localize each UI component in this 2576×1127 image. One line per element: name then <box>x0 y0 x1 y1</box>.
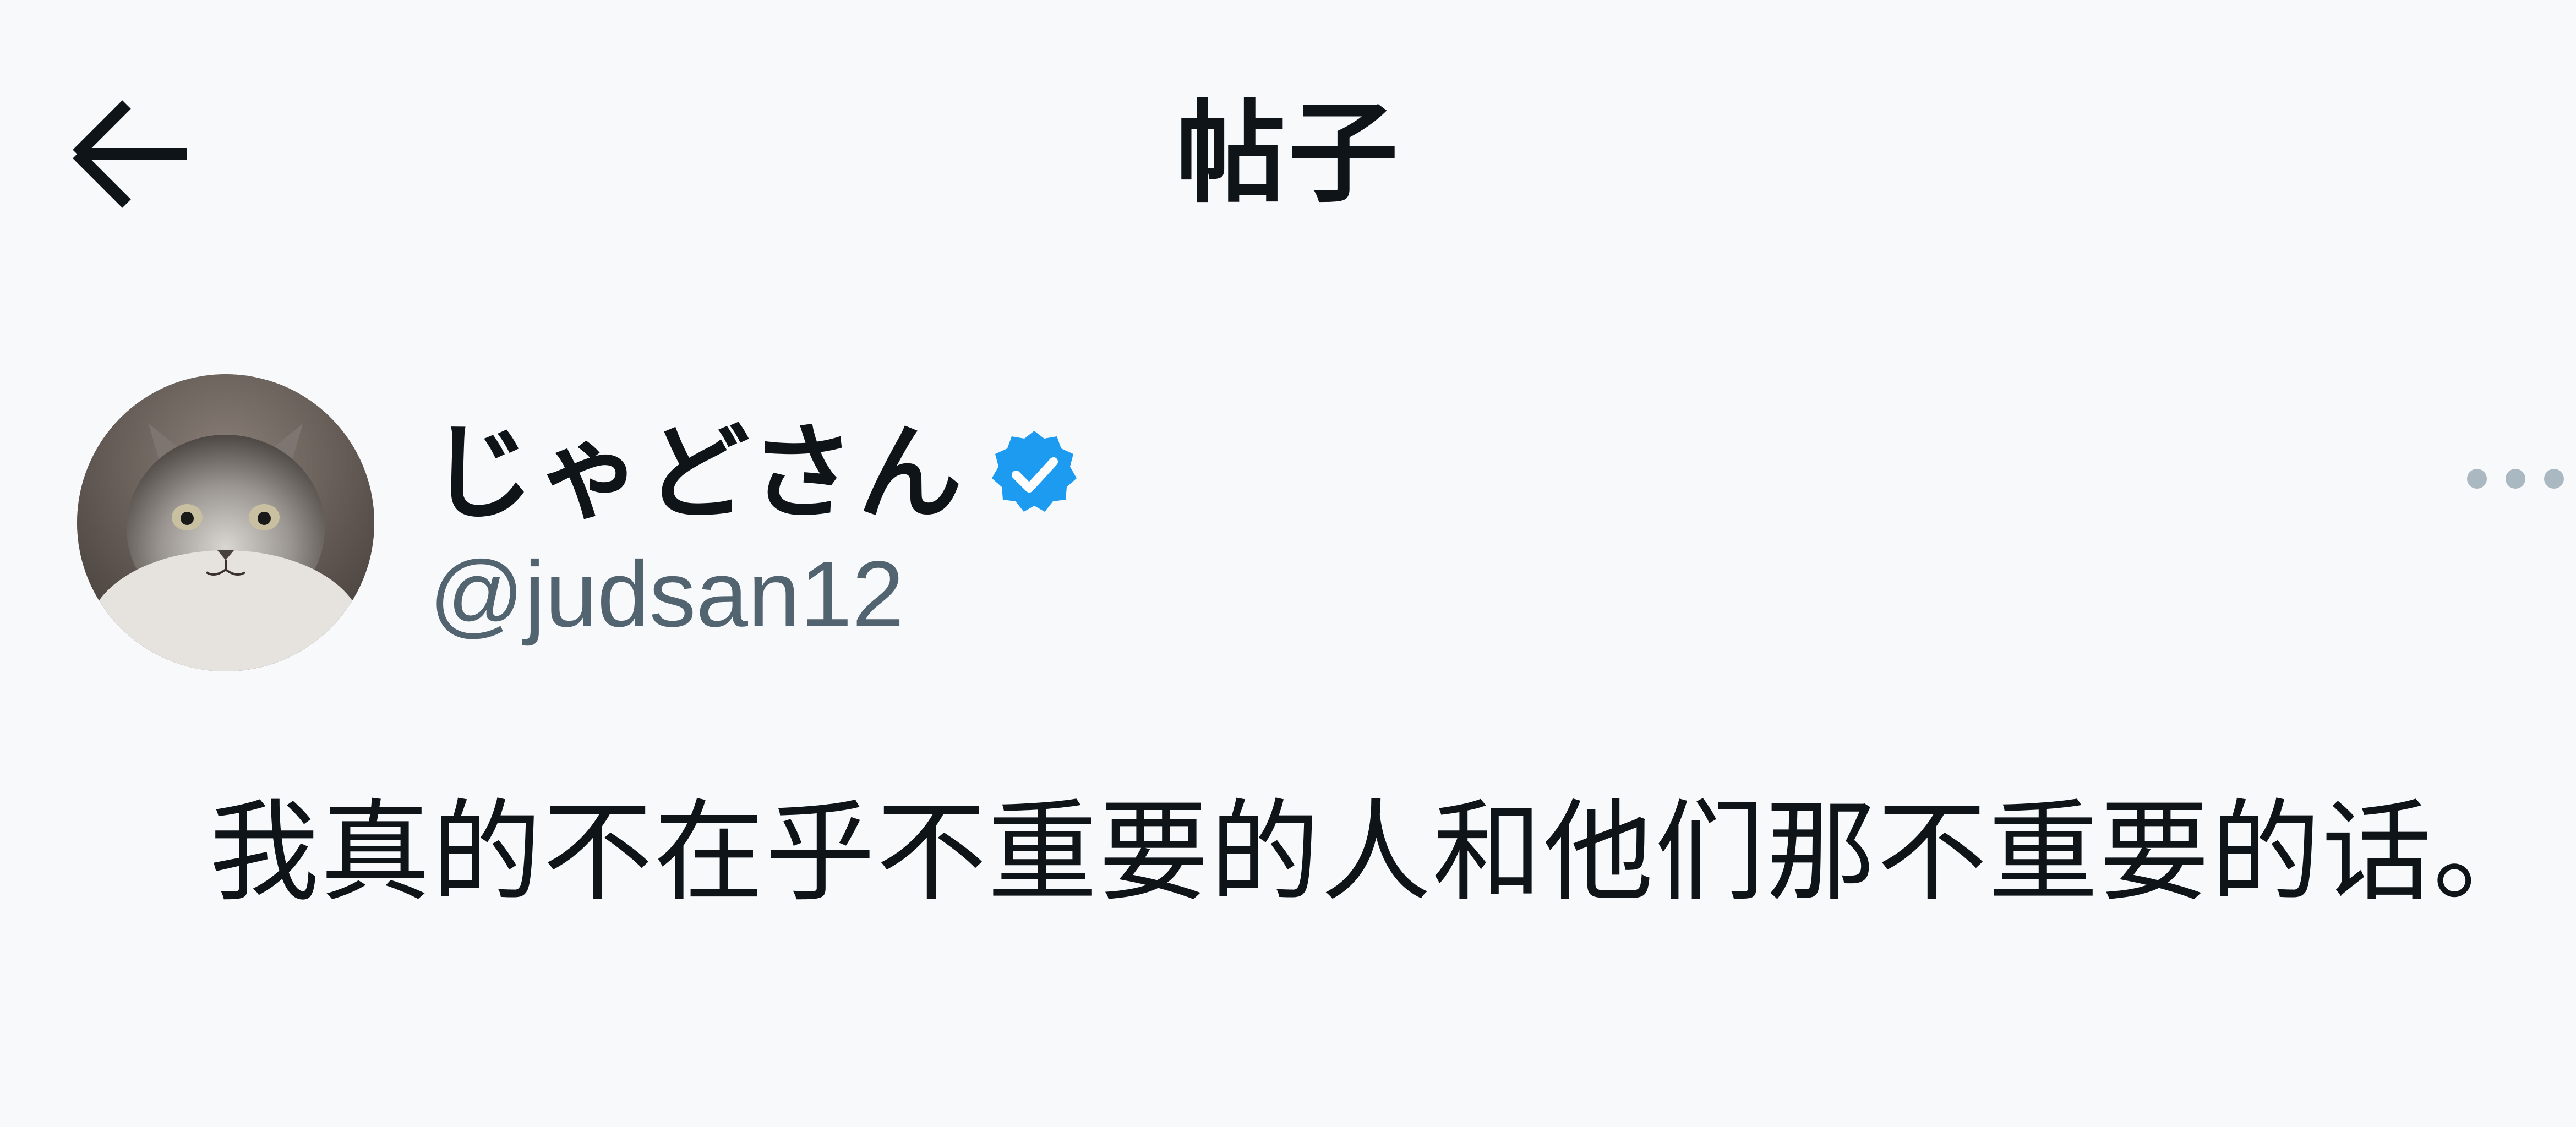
post-text: 我真的不在乎不重要的人和他们那不重要的话。 <box>209 791 2545 914</box>
top-bar: 帖子 <box>0 0 2576 231</box>
verified-badge-icon <box>987 426 1081 520</box>
page-title: 帖子 <box>1175 92 1400 215</box>
author-handle[interactable]: @judsan12 <box>429 539 904 649</box>
more-options-button[interactable] <box>2455 446 2576 512</box>
author-display-name: じゃどさん <box>429 415 966 532</box>
cat-avatar-icon <box>77 374 374 671</box>
more-horizontal-icon <box>2467 469 2564 489</box>
avatar[interactable] <box>77 374 374 671</box>
post-author-row: じゃどさん @judsan12 <box>77 374 2564 682</box>
author-name-row[interactable]: じゃどさん <box>429 413 1081 534</box>
